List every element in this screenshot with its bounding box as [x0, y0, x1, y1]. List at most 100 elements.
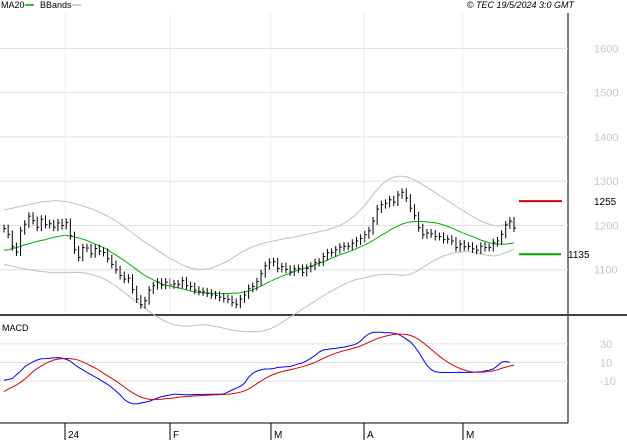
price-bar	[281, 262, 284, 273]
price-bar	[239, 294, 243, 309]
price-bar	[119, 265, 123, 280]
price-bar	[318, 258, 322, 267]
price-bar	[231, 295, 235, 307]
price-bar	[86, 243, 89, 253]
price-bar	[347, 242, 351, 251]
price-bar	[210, 289, 214, 299]
price-bar	[339, 243, 342, 254]
price-bar	[430, 229, 434, 238]
price-bar	[389, 195, 392, 208]
price-bar	[310, 262, 313, 273]
legend-ma20-label: MA20	[1, 0, 25, 10]
price-bar	[90, 244, 94, 258]
macd-y-tick-labels: 30 10 -10	[600, 339, 616, 388]
price-bar	[322, 252, 326, 267]
price-y-tick-1600: 1600	[594, 43, 618, 55]
price-bar	[480, 242, 483, 255]
x-tick-label: 24	[68, 430, 80, 440]
price-bar	[256, 277, 259, 291]
price-bar	[413, 204, 417, 220]
macd-series-macd	[3, 331, 510, 405]
price-gridlines	[0, 47, 568, 271]
price-bar	[165, 278, 168, 290]
price-bar	[467, 242, 471, 251]
price-bar	[401, 188, 405, 199]
price-bar	[405, 188, 409, 203]
price-bar	[152, 281, 156, 295]
price-bar	[161, 278, 164, 290]
price-bar	[115, 260, 118, 274]
x-tick-label: M	[274, 430, 282, 440]
price-bar	[36, 216, 40, 232]
price-bar	[24, 220, 27, 235]
price-bar	[214, 290, 218, 300]
price-bar	[156, 278, 160, 290]
price-bar	[181, 276, 185, 289]
price-bar	[44, 215, 48, 229]
price-bar	[20, 226, 23, 257]
price-bar	[326, 248, 330, 261]
price-bar	[123, 271, 127, 284]
price-bar	[243, 290, 247, 303]
price-bar	[285, 262, 288, 274]
price-bar	[463, 240, 467, 251]
price-bar	[484, 242, 487, 252]
bollinger-bands	[3, 175, 515, 333]
price-bar	[360, 234, 363, 245]
bband-lower-line	[3, 248, 515, 333]
price-bar	[447, 235, 450, 244]
price-bar	[185, 276, 189, 290]
price-bar	[219, 291, 222, 302]
price-bar	[355, 236, 359, 248]
price-bar	[223, 293, 226, 303]
price-bar	[49, 219, 52, 229]
price-y-tick-1400: 1400	[594, 132, 618, 144]
price-bar	[335, 245, 338, 257]
legend-bbands-label: BBands	[40, 0, 72, 10]
price-legend: MA20 BBands	[1, 0, 81, 10]
price-bar	[252, 282, 255, 293]
stock-chart: © TEC 19/5/2024 3:0 GMT 1100 1200 1300 1400…	[0, 0, 627, 440]
price-bar	[73, 231, 77, 254]
price-bar	[15, 242, 19, 257]
price-bar	[351, 239, 355, 251]
price-bar	[202, 287, 206, 296]
price-bar	[451, 235, 454, 245]
price-bar	[426, 229, 429, 239]
price-bar	[65, 218, 69, 230]
price-bar	[177, 279, 181, 289]
price-bar	[455, 236, 458, 252]
price-bar	[82, 243, 85, 262]
x-tick-label: F	[173, 430, 179, 440]
price-y-tick-labels: 1100 1200 1300 1400 1500 1600	[594, 43, 618, 276]
price-bar	[190, 281, 193, 291]
macd-series	[3, 331, 515, 405]
price-bar	[384, 199, 388, 209]
price-bar	[434, 229, 438, 241]
timestamp-label: © TEC 19/5/2024 3:0 GMT	[467, 0, 576, 10]
macd-y-tick: -10	[600, 376, 616, 388]
resistance-label: 1255	[594, 197, 617, 208]
macd-title: MACD	[2, 323, 29, 333]
price-bar	[443, 232, 446, 244]
price-bar	[7, 224, 11, 239]
price-y-tick-1300: 1300	[594, 176, 618, 188]
price-y-tick-1200: 1200	[594, 220, 618, 232]
macd-y-tick: 10	[600, 358, 612, 370]
price-bar	[492, 238, 496, 252]
price-bar	[472, 242, 475, 253]
price-bar	[40, 215, 44, 232]
x-tick-label: M	[466, 430, 474, 440]
price-bar	[393, 195, 396, 206]
price-bar	[293, 264, 297, 276]
price-bar	[513, 217, 516, 233]
price-bar	[364, 230, 367, 243]
price-bar	[227, 294, 230, 304]
price-bar	[273, 257, 276, 267]
price-bar	[111, 254, 114, 269]
price-bar	[331, 248, 334, 257]
price-bar	[501, 230, 504, 245]
price-bar	[306, 264, 309, 277]
price-bar	[343, 242, 346, 252]
price-bar	[127, 274, 131, 284]
